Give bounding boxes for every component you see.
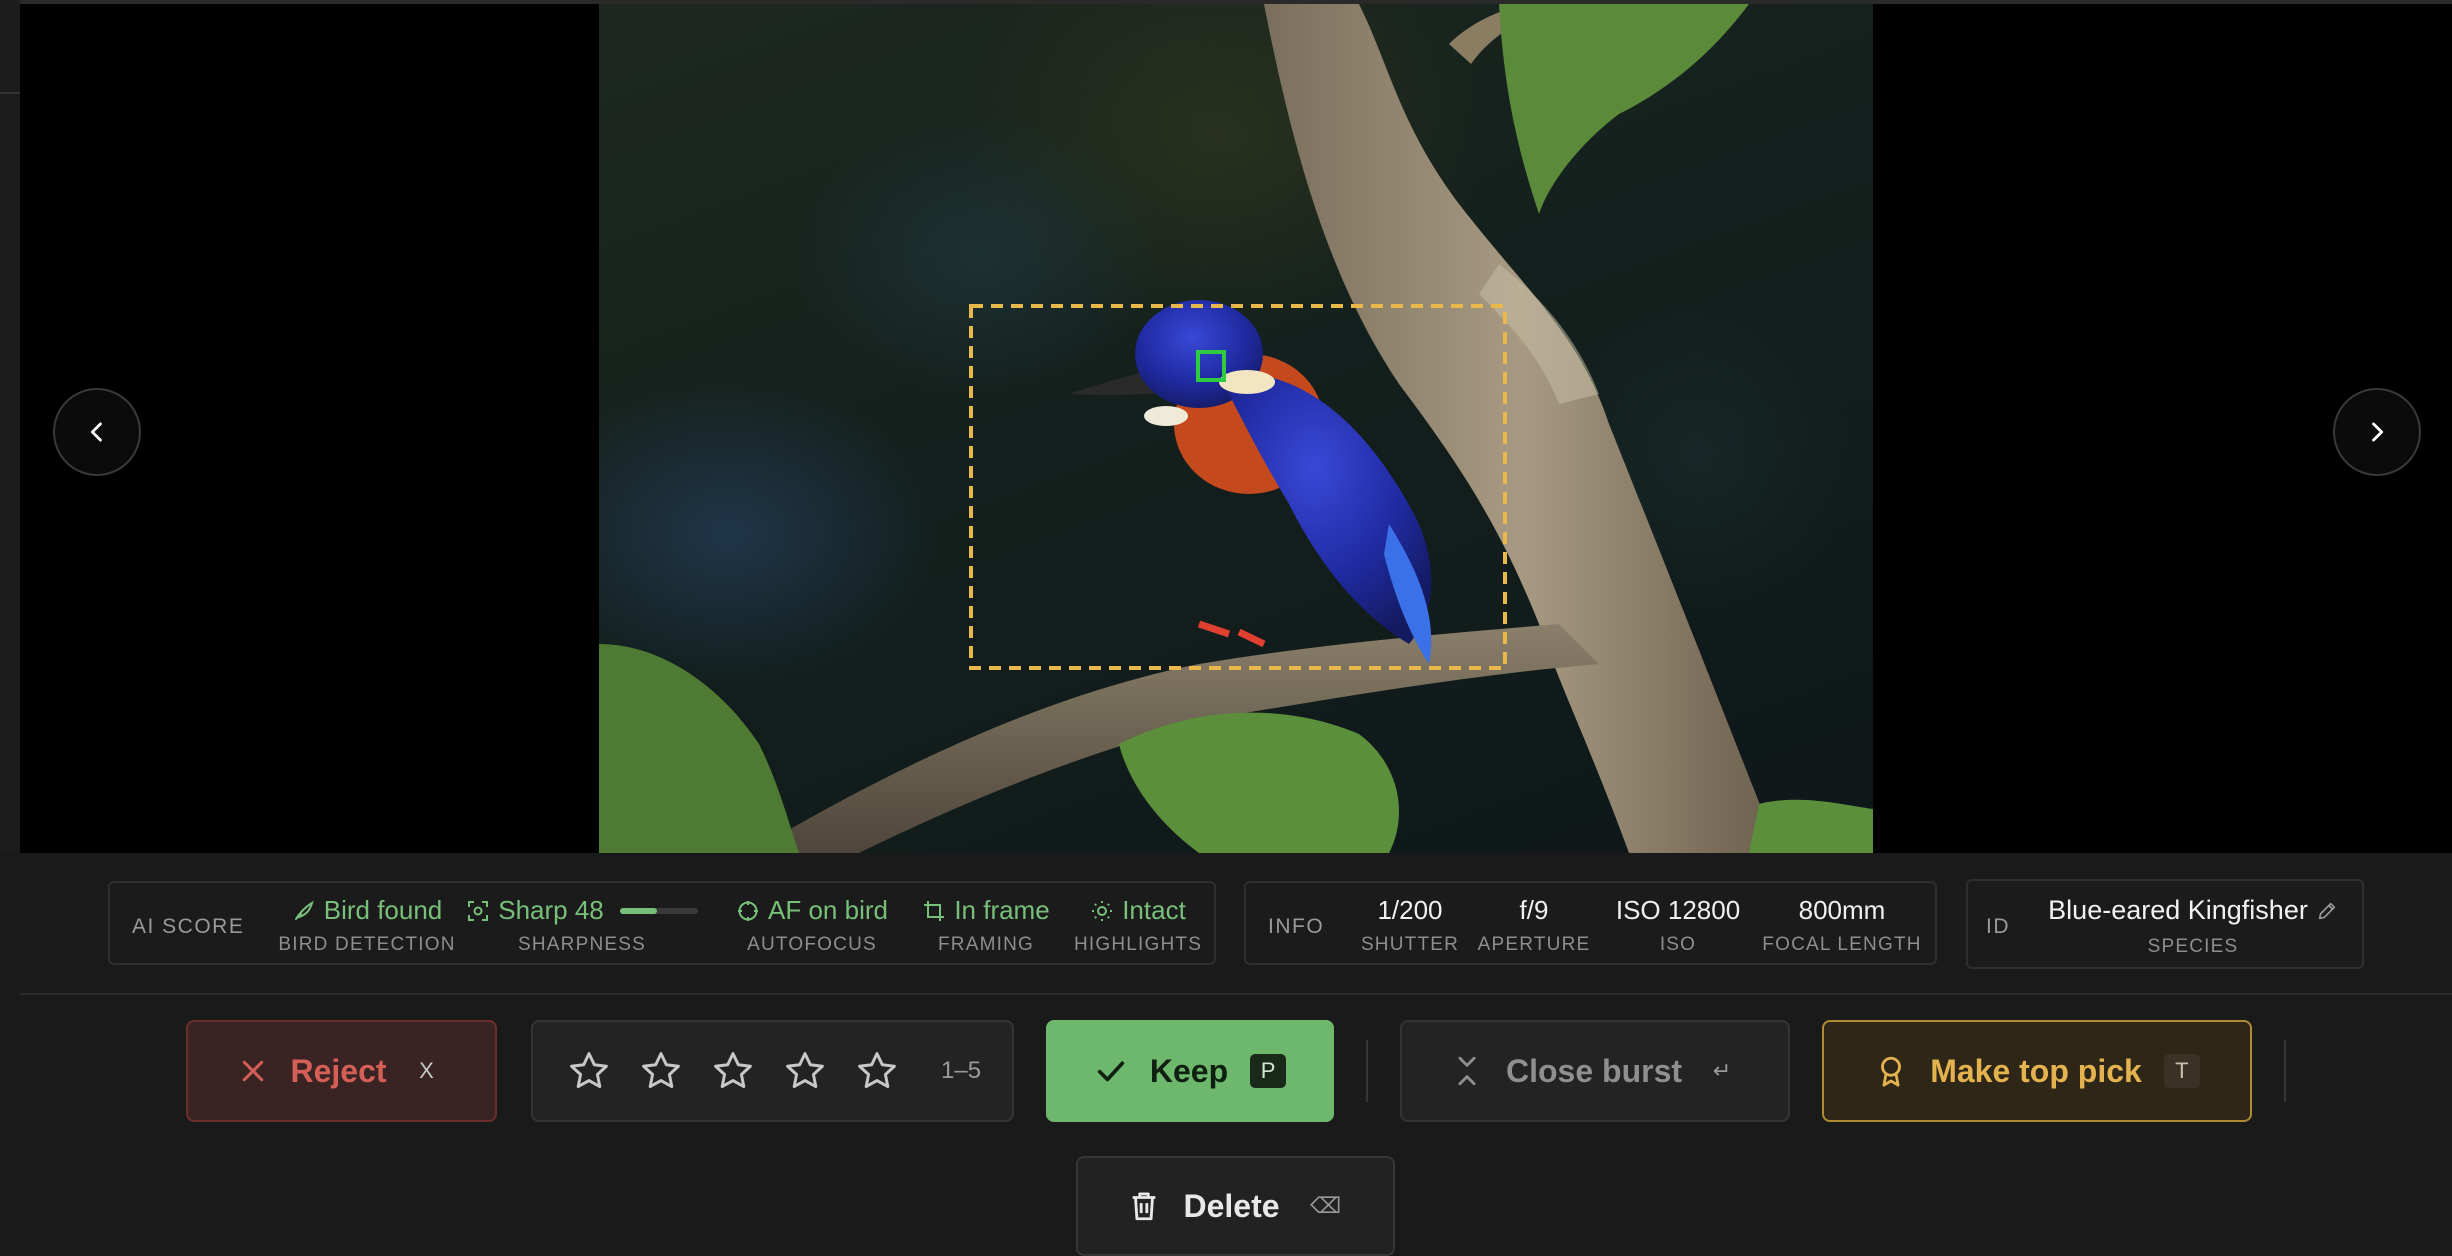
toolbar-separator [1366,1040,1368,1102]
info-title: INFO [1268,915,1325,938]
iso-label: ISO [1659,934,1697,955]
iso-value: ISO 12800 [1615,895,1741,925]
species-name: Blue-eared Kingfisher [2048,895,2308,925]
divider [20,993,2452,995]
previous-photo-button[interactable] [53,388,141,476]
collapse-icon [1458,1056,1476,1086]
rating-shortcut-range: 1–5 [941,1057,982,1084]
photo-illustration [599,4,1873,853]
shutter-value: 1/200 [1377,895,1443,925]
reject-label: Reject [290,1052,387,1089]
aperture-label: APERTURE [1477,934,1591,955]
autofocus-metric: AF on bird AUTOFOCUS [722,895,902,956]
next-photo-button[interactable] [2333,388,2421,476]
shutter-label: SHUTTER [1360,934,1460,955]
focus-frame-icon [468,900,489,921]
close-burst-label: Close burst [1505,1052,1683,1089]
autofocus-label: AUTOFOCUS [747,934,877,955]
keep-label: Keep [1149,1052,1229,1089]
bird-detection-value: Bird found [323,895,443,925]
crop-icon [924,900,945,921]
species-metric: Blue-eared Kingfisher SPECIES [2028,895,2358,958]
sharpness-value: Sharp 48 [498,895,604,925]
aperture-value: f/9 [1519,895,1549,925]
aperture-metric: f/9 APERTURE [1464,895,1604,956]
reject-button[interactable]: Reject X [186,1020,497,1122]
make-top-pick-label: Make top pick [1930,1052,2142,1089]
shutter-metric: 1/200 SHUTTER [1340,895,1480,956]
bird-detection-label: BIRD DETECTION [278,934,456,955]
photo-viewer [20,4,2452,853]
sun-icon [1092,900,1113,921]
species-label: SPECIES [2147,936,2239,957]
framing-metric: In frame FRAMING [910,895,1062,956]
close-burst-shortcut: ↵ [1712,1058,1732,1083]
focal-length-value: 800mm [1798,895,1886,925]
chevron-right-icon [2372,422,2384,442]
star-5-icon[interactable] [855,1049,899,1093]
sharpness-label: SHARPNESS [517,934,646,955]
sharpness-bar-fill [619,907,658,914]
iso-metric: ISO 12800 ISO [1598,895,1758,956]
sharpness-bar [619,907,698,914]
x-icon [243,1060,264,1082]
close-burst-button[interactable]: Close burst ↵ [1400,1020,1790,1122]
species-id-panel[interactable]: ID Blue-eared Kingfisher SPECIES [1966,879,2364,969]
make-top-pick-button[interactable]: Make top pick T [1822,1020,2252,1122]
crosshair-icon [738,900,759,921]
keep-button[interactable]: Keep P [1046,1020,1334,1122]
delete-button[interactable]: Delete ⌫ [1076,1156,1395,1256]
ai-score-title: AI SCORE [132,915,245,938]
star-2-icon[interactable] [639,1049,683,1093]
trash-icon [1133,1192,1156,1221]
star-1-icon[interactable] [567,1049,611,1093]
delete-label: Delete [1183,1187,1280,1224]
id-title: ID [1986,915,2010,938]
award-icon [1881,1056,1902,1087]
highlights-label: HIGHLIGHTS [1073,934,1203,955]
star-rating[interactable]: 1–5 [531,1020,1014,1122]
pencil-icon[interactable] [2316,900,2338,922]
make-top-pick-shortcut: T [2163,1054,2200,1088]
highlights-metric: Intact HIGHLIGHTS [1068,895,1208,956]
keep-shortcut: P [1250,1054,1287,1088]
focal-length-label: FOCAL LENGTH [1762,934,1922,955]
star-3-icon[interactable] [711,1049,755,1093]
framing-value: In frame [954,895,1050,925]
gutter-mark [0,92,20,94]
chevron-left-icon [90,422,102,442]
bird-photo[interactable] [599,4,1873,853]
star-4-icon[interactable] [783,1049,827,1093]
left-gutter [0,0,20,853]
delete-shortcut: ⌫ [1309,1193,1342,1218]
framing-label: FRAMING [937,934,1034,955]
highlights-value: Intact [1122,895,1186,925]
info-panel: INFO 1/200 SHUTTER f/9 APERTURE ISO 1280… [1244,881,1937,965]
toolbar-separator-right [2284,1040,2286,1102]
check-icon [1097,1061,1125,1082]
sharpness-metric: Sharp 48 SHARPNESS [462,895,702,956]
ai-score-panel: AI SCORE Bird found BIRD DETECTION Sharp… [108,881,1216,965]
autofocus-value: AF on bird [768,895,888,925]
reject-shortcut: X [419,1058,434,1083]
bird-icon [294,900,314,920]
focal-length-metric: 800mm FOCAL LENGTH [1752,895,1932,956]
bird-detection-metric: Bird found BIRD DETECTION [272,895,462,956]
